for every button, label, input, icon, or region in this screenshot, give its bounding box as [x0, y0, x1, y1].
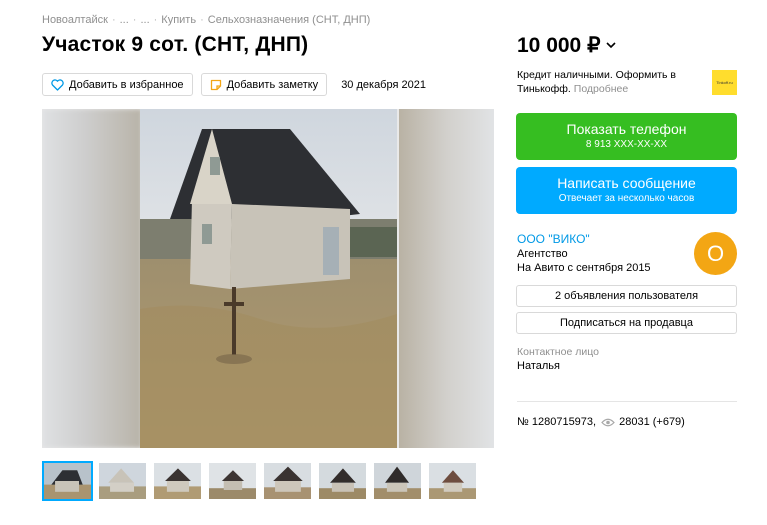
thumbnail[interactable] — [207, 461, 258, 501]
listing-actions: Добавить в избранное Добавить заметку 30… — [42, 73, 426, 96]
thumbnail-image — [374, 463, 421, 499]
breadcrumb-separator: · — [200, 14, 204, 26]
show-phone-label: Показать телефон — [566, 121, 687, 137]
thumbnail[interactable] — [97, 461, 148, 501]
thumbnail[interactable] — [372, 461, 423, 501]
write-message-button[interactable]: Написать сообщение Отвечает за несколько… — [516, 167, 737, 214]
price: 10 000 ₽ — [517, 34, 601, 57]
thumbnail[interactable] — [427, 461, 478, 501]
thumbnail-image — [319, 463, 366, 499]
listing-date: 30 декабря 2021 — [341, 78, 426, 91]
breadcrumb-item[interactable]: ... — [140, 14, 149, 26]
tinkoff-logo-text: Tinkoff.ru — [716, 80, 733, 85]
price-row[interactable]: 10 000 ₽ — [517, 33, 617, 58]
breadcrumb-separator: · — [153, 14, 158, 26]
thumbnail[interactable] — [262, 461, 313, 501]
breadcrumb-separator: · — [132, 14, 137, 26]
breadcrumb-item[interactable]: Новоалтайск — [42, 14, 108, 26]
show-phone-button[interactable]: Показать телефон 8 913 XXX-XX-XX — [516, 113, 737, 160]
thumbnail-image — [264, 463, 311, 499]
thumbnail[interactable] — [317, 461, 368, 501]
add-note-button[interactable]: Добавить заметку — [200, 73, 328, 96]
response-time: Отвечает за несколько часов — [558, 193, 695, 204]
credit-offer: Кредит наличными. Оформить в Тинькофф. П… — [517, 68, 697, 96]
thumbnail-image — [99, 463, 146, 499]
eye-icon — [601, 418, 615, 426]
views-count: 28031 (+679) — [601, 416, 685, 428]
contact-name: Наталья — [517, 360, 560, 372]
seller-since: На Авито с сентября 2015 — [517, 262, 651, 274]
listing-page: Новоалтайск · ... · ... · Купить · Сельх… — [0, 0, 767, 525]
main-photo[interactable] — [140, 109, 397, 448]
breadcrumb: Новоалтайск · ... · ... · Купить · Сельх… — [42, 14, 370, 26]
breadcrumb-item[interactable]: ... — [120, 14, 129, 26]
thumbnail-image — [209, 463, 256, 499]
add-note-label: Добавить заметку — [226, 78, 319, 91]
note-icon — [210, 79, 221, 90]
thumbnail-image — [44, 463, 91, 499]
user-ads-button[interactable]: 2 объявления пользователя — [516, 285, 737, 307]
gallery-blur-right — [399, 109, 494, 448]
seller-type: Агентство — [517, 248, 568, 260]
phone-mask: 8 913 XXX-XX-XX — [585, 139, 668, 150]
avatar[interactable]: О — [694, 232, 737, 275]
tinkoff-logo[interactable]: Tinkoff.ru — [712, 70, 737, 95]
breadcrumb-separator: · — [111, 14, 116, 26]
heart-icon — [51, 78, 64, 91]
page-title: Участок 9 сот. (СНТ, ДНП) — [42, 33, 309, 56]
listing-meta: № 1280715973, 28031 (+679) — [517, 416, 685, 428]
breadcrumb-item[interactable]: Сельхозназначения (СНТ, ДНП) — [208, 14, 371, 26]
thumbnail-image — [154, 463, 201, 499]
chevron-down-icon[interactable] — [606, 42, 617, 49]
subscribe-button[interactable]: Подписаться на продавца — [516, 312, 737, 334]
photo-gallery[interactable] — [42, 109, 494, 448]
listing-number: № 1280715973, — [517, 416, 597, 428]
contact-label: Контактное лицо — [517, 346, 599, 358]
thumbnail-image — [429, 463, 476, 499]
seller-name-link[interactable]: ООО "ВИКО" — [517, 232, 590, 246]
breadcrumb-item[interactable]: Купить — [161, 14, 196, 26]
credit-more-link[interactable]: Подробнее — [574, 83, 628, 95]
gallery-blur-left — [42, 109, 142, 448]
thumbnail[interactable] — [42, 461, 93, 501]
add-favorite-label: Добавить в избранное — [69, 78, 184, 91]
divider — [517, 401, 737, 402]
thumbnail-strip — [42, 461, 478, 501]
write-message-label: Написать сообщение — [557, 175, 696, 191]
thumbnail[interactable] — [152, 461, 203, 501]
views-value: 28031 (+679) — [619, 416, 685, 428]
add-favorite-button[interactable]: Добавить в избранное — [42, 73, 193, 96]
